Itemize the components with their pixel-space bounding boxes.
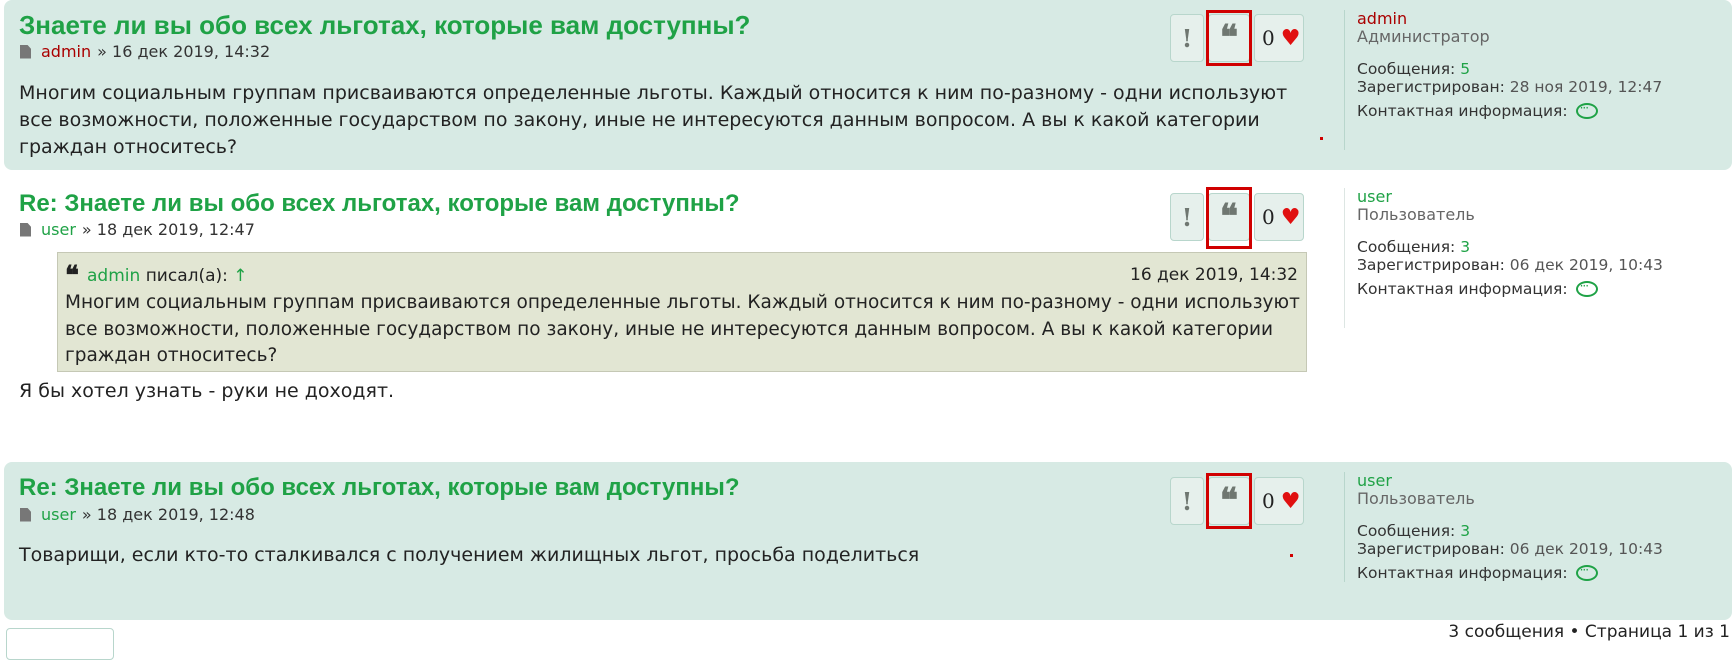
profile-rank: Пользователь bbox=[1357, 205, 1475, 224]
meta-separator: » bbox=[81, 505, 92, 524]
profile-contact: Контактная информация: bbox=[1357, 277, 1727, 298]
profile-username[interactable]: admin bbox=[1357, 10, 1727, 28]
post-actions: ! ❝ 0 ♥ bbox=[1167, 187, 1317, 249]
chat-bubble-icon[interactable] bbox=[1575, 99, 1598, 119]
profile-username[interactable]: user bbox=[1357, 472, 1727, 490]
report-button[interactable]: ! bbox=[1170, 477, 1204, 525]
post-author-link[interactable]: admin bbox=[41, 42, 91, 61]
post-title[interactable]: Re: Знаете ли вы обо всех льготах, котор… bbox=[19, 474, 740, 502]
like-count: 0 bbox=[1262, 489, 1275, 513]
post-datetime: 16 дек 2019, 14:32 bbox=[112, 42, 271, 61]
like-button[interactable]: 0 ♥ bbox=[1254, 14, 1304, 62]
registered-label: Зарегистрирован: bbox=[1357, 256, 1505, 274]
profile-posts: Сообщения: 3 bbox=[1357, 238, 1727, 256]
registered-label: Зарегистрирован: bbox=[1357, 540, 1505, 558]
heart-icon: ♥ bbox=[1280, 25, 1301, 51]
quote-source-arrow[interactable]: ↑ bbox=[233, 266, 247, 286]
document-icon[interactable] bbox=[20, 507, 31, 522]
posts-count-link[interactable]: 5 bbox=[1460, 60, 1470, 78]
exclamation-icon: ! bbox=[1181, 23, 1193, 53]
post-1: Знаете ли вы обо всех льготах, которые в… bbox=[4, 0, 1732, 170]
meta-separator: » bbox=[81, 220, 92, 239]
quote-header: ❝ admin писал(а): ↑ bbox=[65, 263, 248, 289]
registered-date: 06 дек 2019, 10:43 bbox=[1509, 540, 1663, 558]
post-title[interactable]: Знаете ли вы обо всех льготах, которые в… bbox=[19, 10, 750, 41]
post-body: Многим социальным группам присваиваются … bbox=[19, 82, 1288, 158]
post-meta: user » 18 дек 2019, 12:48 bbox=[20, 505, 255, 524]
red-marker bbox=[1320, 137, 1323, 140]
profile-rank: Администратор bbox=[1357, 27, 1490, 46]
like-count: 0 bbox=[1262, 26, 1275, 50]
author-profile: user Пользователь Сообщения: 3 Зарегистр… bbox=[1344, 472, 1727, 582]
quote-button-highlight bbox=[1206, 10, 1252, 66]
like-button[interactable]: 0 ♥ bbox=[1254, 477, 1304, 525]
author-profile: admin Администратор Сообщения: 5 Зарегис… bbox=[1344, 10, 1727, 150]
registered-label: Зарегистрирован: bbox=[1357, 78, 1505, 96]
report-button[interactable]: ! bbox=[1170, 193, 1204, 241]
document-icon[interactable] bbox=[20, 222, 31, 237]
post-meta: user » 18 дек 2019, 12:47 bbox=[20, 220, 255, 239]
profile-registered: Зарегистрирован: 06 дек 2019, 10:43 bbox=[1357, 256, 1727, 274]
quote-text: Многим социальным группам присваиваются … bbox=[65, 292, 1300, 366]
post-body: Товарищи, если кто-то сталкивался с полу… bbox=[19, 544, 920, 566]
profile-posts: Сообщения: 5 bbox=[1357, 60, 1727, 78]
red-marker bbox=[1290, 554, 1293, 557]
post-3: Re: Знаете ли вы обо всех льготах, котор… bbox=[4, 462, 1732, 620]
posts-label: Сообщения: bbox=[1357, 60, 1456, 78]
contact-label: Контактная информация: bbox=[1357, 564, 1568, 582]
posts-label: Сообщения: bbox=[1357, 238, 1456, 256]
meta-separator: » bbox=[97, 42, 107, 61]
quote-author-link[interactable]: admin bbox=[87, 266, 140, 286]
post-reply-button[interactable] bbox=[6, 628, 114, 660]
profile-registered: Зарегистрирован: 06 дек 2019, 10:43 bbox=[1357, 540, 1727, 558]
post-meta: admin » 16 дек 2019, 14:32 bbox=[20, 42, 270, 61]
exclamation-icon: ! bbox=[1181, 486, 1193, 516]
profile-posts: Сообщения: 3 bbox=[1357, 522, 1727, 540]
contact-label: Контактная информация: bbox=[1357, 280, 1568, 298]
posts-count-link[interactable]: 3 bbox=[1460, 522, 1470, 540]
chat-bubble-icon[interactable] bbox=[1575, 561, 1598, 581]
post-2: Re: Знаете ли вы обо всех льготах, котор… bbox=[4, 178, 1732, 456]
quote-wrote: писал(а): bbox=[145, 266, 228, 286]
profile-rank: Пользователь bbox=[1357, 489, 1475, 508]
profile-contact: Контактная информация: bbox=[1357, 561, 1727, 582]
post-title[interactable]: Re: Знаете ли вы обо всех льготах, котор… bbox=[19, 190, 740, 218]
quote-icon: ❝ bbox=[65, 261, 79, 291]
chat-bubble-icon[interactable] bbox=[1575, 277, 1598, 297]
quote-block: ❝ admin писал(а): ↑ 16 дек 2019, 14:32 М… bbox=[57, 252, 1307, 372]
like-count: 0 bbox=[1262, 205, 1275, 229]
author-profile: user Пользователь Сообщения: 3 Зарегистр… bbox=[1344, 188, 1727, 328]
profile-contact: Контактная информация: bbox=[1357, 99, 1727, 120]
post-datetime: 18 дек 2019, 12:48 bbox=[96, 505, 255, 524]
quote-date: 16 дек 2019, 14:32 bbox=[1130, 265, 1298, 285]
post-actions: ! ❝ 0 ♥ bbox=[1167, 10, 1317, 66]
quote-button-highlight bbox=[1206, 187, 1252, 249]
post-actions: ! ❝ 0 ♥ bbox=[1167, 473, 1317, 529]
posts-count-link[interactable]: 3 bbox=[1460, 238, 1470, 256]
pagination-summary: 3 сообщения • Страница 1 из 1 bbox=[1448, 622, 1730, 642]
posts-label: Сообщения: bbox=[1357, 522, 1456, 540]
quote-button-highlight bbox=[1206, 473, 1252, 529]
heart-icon: ♥ bbox=[1280, 204, 1301, 230]
registered-date: 28 ноя 2019, 12:47 bbox=[1509, 78, 1663, 96]
contact-label: Контактная информация: bbox=[1357, 102, 1568, 120]
profile-username[interactable]: user bbox=[1357, 188, 1727, 206]
like-button[interactable]: 0 ♥ bbox=[1254, 193, 1304, 241]
exclamation-icon: ! bbox=[1181, 202, 1193, 232]
profile-registered: Зарегистрирован: 28 ноя 2019, 12:47 bbox=[1357, 78, 1727, 96]
post-body: Я бы хотел узнать - руки не доходят. bbox=[19, 380, 395, 402]
report-button[interactable]: ! bbox=[1170, 14, 1204, 62]
post-author-link[interactable]: user bbox=[41, 505, 76, 524]
registered-date: 06 дек 2019, 10:43 bbox=[1509, 256, 1663, 274]
document-icon[interactable] bbox=[20, 44, 31, 59]
heart-icon: ♥ bbox=[1280, 488, 1301, 514]
post-author-link[interactable]: user bbox=[41, 220, 76, 239]
post-datetime: 18 дек 2019, 12:47 bbox=[96, 220, 255, 239]
